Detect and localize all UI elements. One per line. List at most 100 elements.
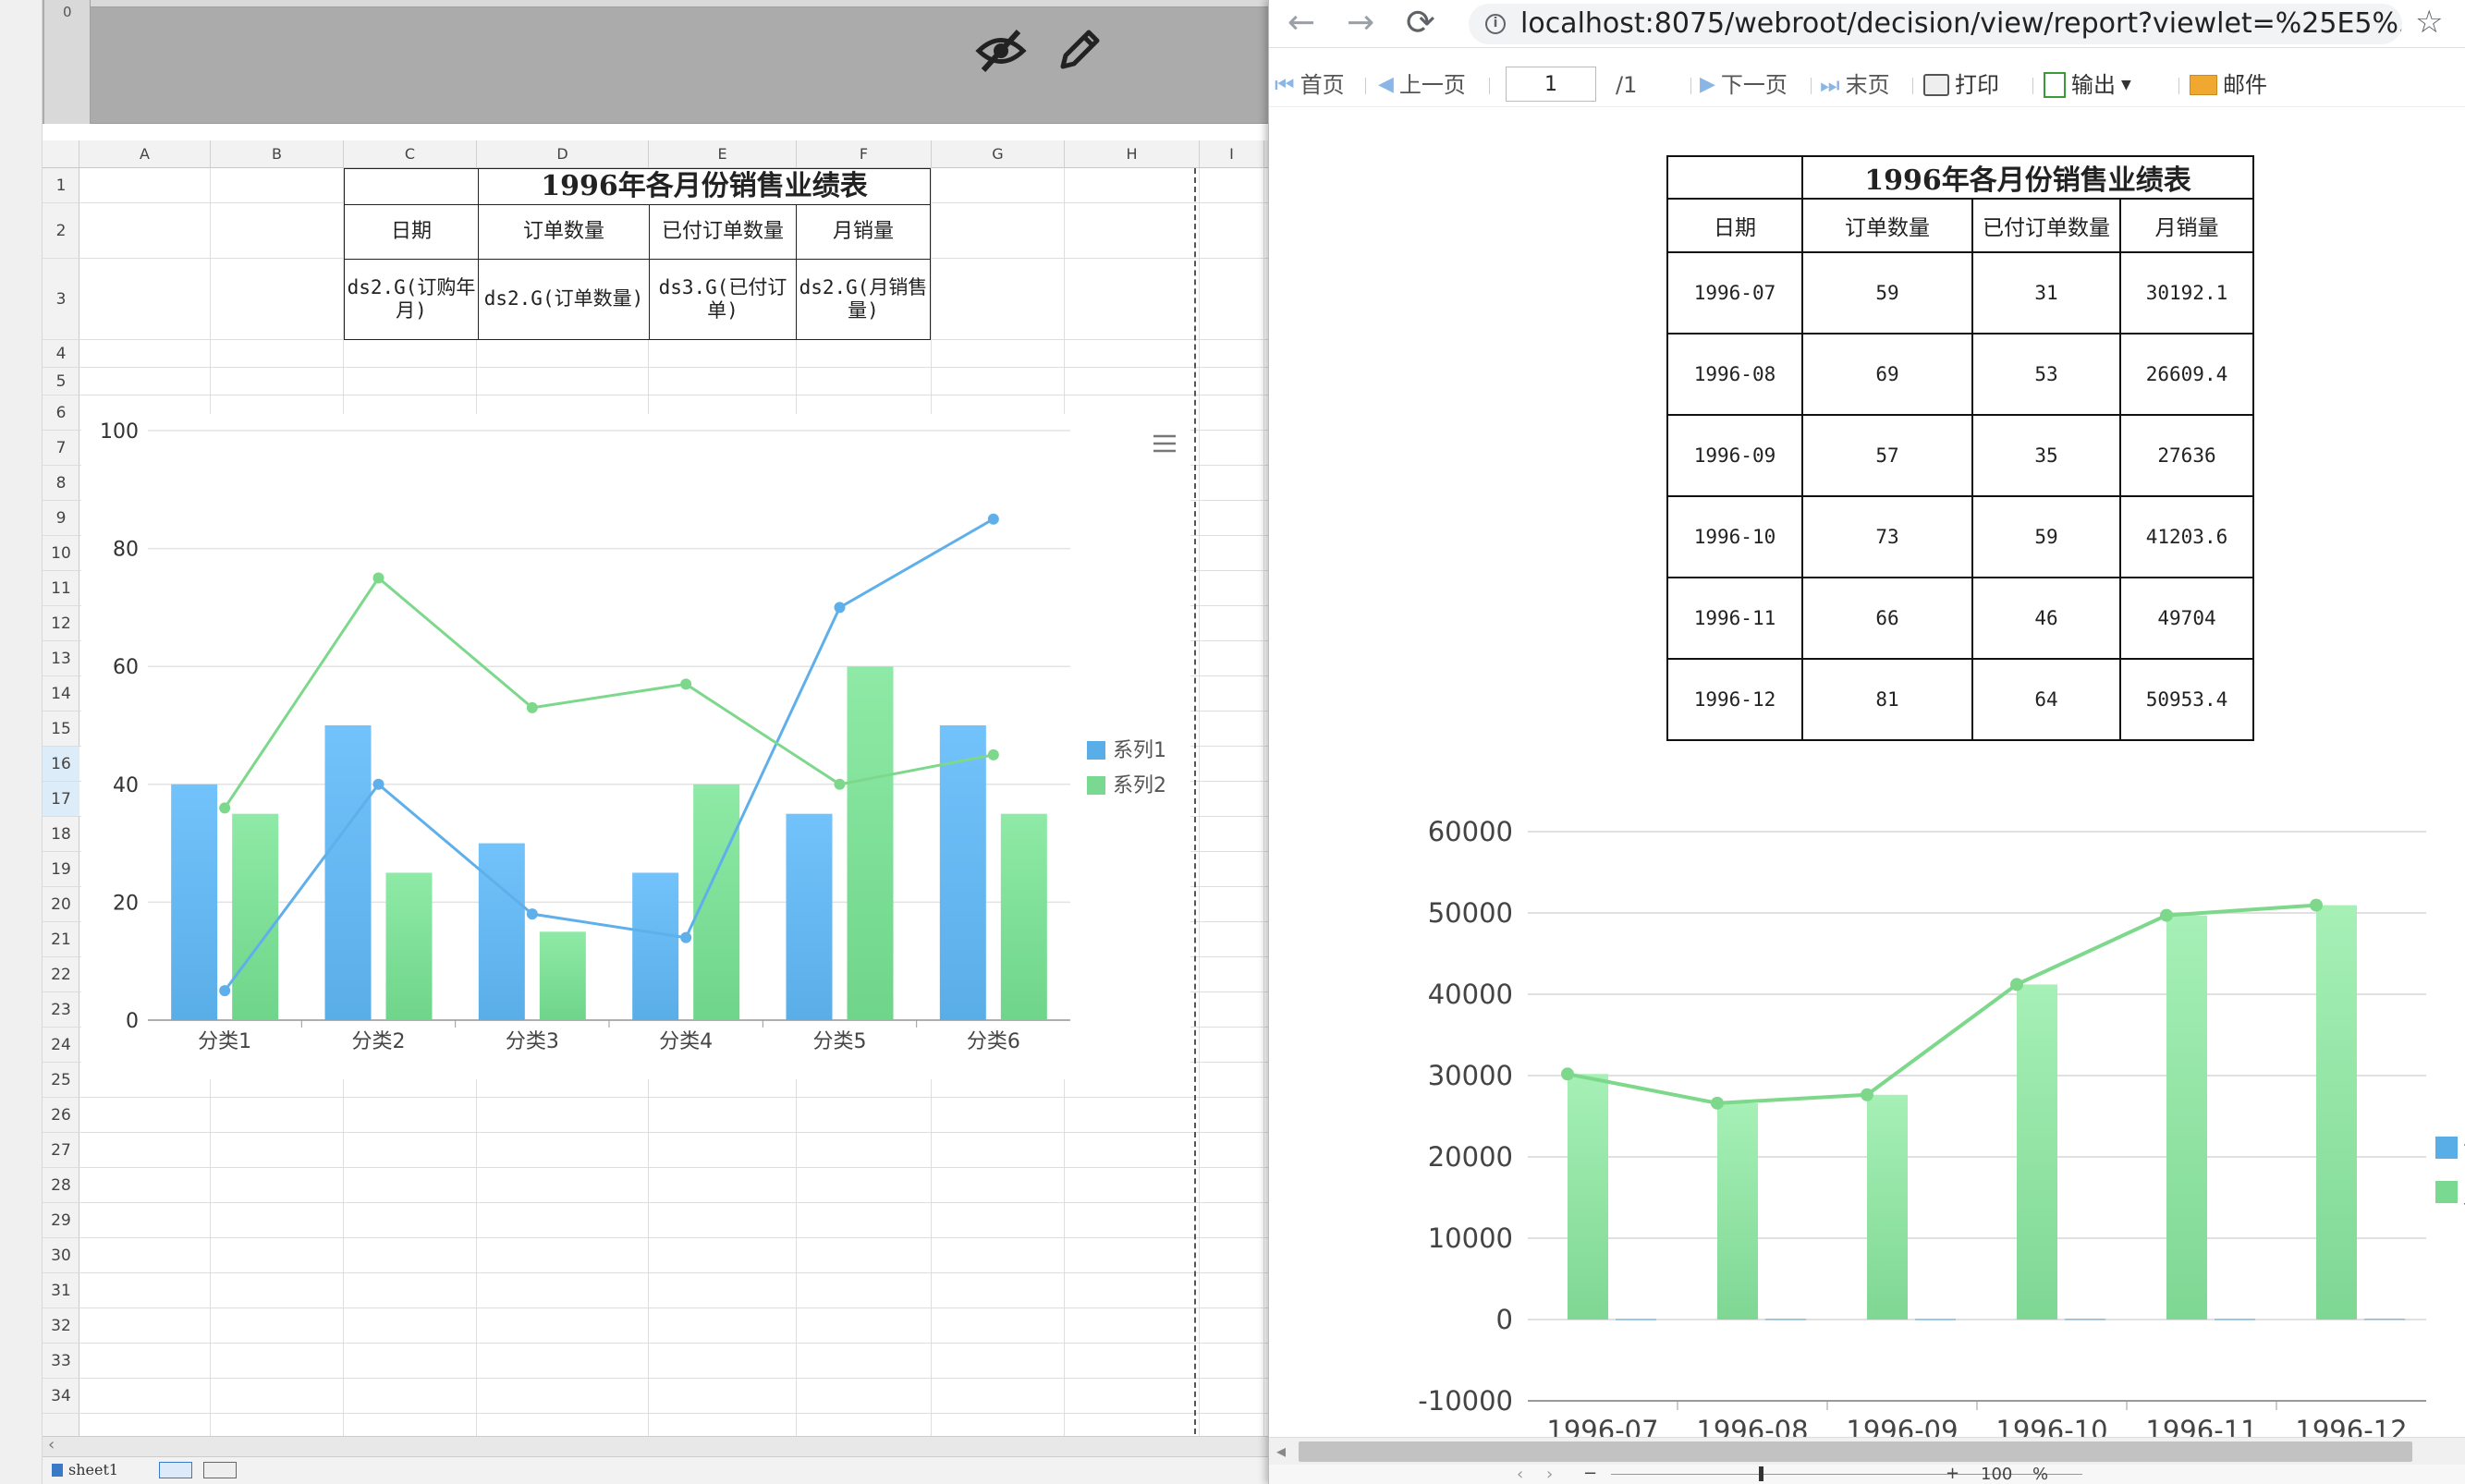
row-header-22[interactable]: 22 <box>43 957 79 992</box>
row-header-26[interactable]: 26 <box>43 1098 79 1133</box>
left-panel-strip <box>0 0 43 1484</box>
zoom-out-button[interactable]: − <box>1583 1464 1597 1483</box>
row-header-31[interactable]: 31 <box>43 1273 79 1308</box>
row-header-4[interactable]: 4 <box>43 340 79 368</box>
template-formula-cell[interactable]: ds3.G(已付订单) <box>649 259 797 340</box>
reload-icon[interactable]: ⟳ <box>1406 2 1435 43</box>
last-page-button[interactable]: ⏭ 末页 <box>1820 68 1890 102</box>
add-sheet-icon[interactable] <box>159 1462 192 1478</box>
row-header-33[interactable]: 33 <box>43 1344 79 1379</box>
report-chart[interactable]: -100000100002000030000400005000060000199… <box>1398 795 2465 1460</box>
row-header-30[interactable]: 30 <box>43 1238 79 1273</box>
template-formula-cell[interactable]: ds2.G(月销售量) <box>796 259 931 340</box>
bar-order-count <box>1915 1319 1956 1320</box>
row-header-16[interactable]: 16 <box>43 747 79 782</box>
export-button[interactable]: 输出 ▼ <box>2044 68 2131 102</box>
row-header-21[interactable]: 21 <box>43 922 79 957</box>
report-cell: 64 <box>1971 658 2121 741</box>
select-all-corner[interactable] <box>43 140 79 168</box>
column-header-b[interactable]: B <box>211 140 344 168</box>
zoom-in-button[interactable]: + <box>1946 1464 1959 1483</box>
column-header-a[interactable]: A <box>79 140 211 168</box>
url-field[interactable]: i localhost:8075/webroot/decision/view/r… <box>1469 4 2402 44</box>
row-header-27[interactable]: 27 <box>43 1133 79 1168</box>
bar-series2 <box>1000 813 1047 1020</box>
back-icon[interactable]: ← <box>1287 4 1315 42</box>
add-report-sheet-icon[interactable] <box>203 1462 237 1478</box>
template-blank-cell[interactable] <box>344 168 479 205</box>
forward-icon[interactable]: → <box>1347 4 1374 42</box>
row-header-8[interactable]: 8 <box>43 466 79 501</box>
page-number-input[interactable]: 1 <box>1506 67 1596 102</box>
row-header-29[interactable]: 29 <box>43 1203 79 1238</box>
row-header-14[interactable]: 14 <box>43 676 79 712</box>
last-page-label: 末页 <box>1845 72 1890 98</box>
row-header-15[interactable]: 15 <box>43 712 79 747</box>
template-header-cell[interactable]: 已付订单数量 <box>649 204 797 260</box>
point-monthly-sales <box>2010 978 2023 991</box>
x-tick-label: 分类1 <box>198 1030 251 1053</box>
caret-down-icon: ▼ <box>2121 78 2131 92</box>
row-header-25[interactable]: 25 <box>43 1063 79 1098</box>
template-header-cell[interactable]: 月销量 <box>796 204 931 260</box>
info-icon[interactable]: i <box>1485 14 1506 34</box>
column-header-c[interactable]: C <box>344 140 477 168</box>
next-page-button[interactable]: ▶ 下一页 <box>1700 68 1788 102</box>
template-header-cell[interactable]: 订单数量 <box>478 204 650 260</box>
column-header-d[interactable]: D <box>477 140 649 168</box>
row-header-5[interactable]: 5 <box>43 368 79 395</box>
row-header-10[interactable]: 10 <box>43 536 79 571</box>
row-header-2[interactable]: 2 <box>43 203 79 259</box>
row-header-34[interactable]: 34 <box>43 1379 79 1414</box>
template-formula-cell[interactable]: ds2.G(订单数量) <box>478 259 650 340</box>
y-tick-label: 100 <box>100 420 139 444</box>
row-header-13[interactable]: 13 <box>43 641 79 676</box>
template-formula-cell[interactable]: ds2.G(订购年月) <box>344 259 479 340</box>
row-header-9[interactable]: 9 <box>43 501 79 536</box>
column-header-h[interactable]: H <box>1065 140 1200 168</box>
row-header-11[interactable]: 11 <box>43 571 79 606</box>
row-header-7[interactable]: 7 <box>43 431 79 466</box>
row-header-18[interactable]: 18 <box>43 817 79 852</box>
x-tick-label: 分类3 <box>506 1030 559 1053</box>
row-header-12[interactable]: 12 <box>43 606 79 641</box>
bookmark-star-icon[interactable]: ☆ <box>2415 4 2443 41</box>
template-title-cell[interactable]: 1996年各月份销售业绩表 <box>478 168 931 205</box>
scroll-left-icon[interactable]: ‹ <box>48 1435 55 1454</box>
bar-series2 <box>232 813 279 1020</box>
column-header-f[interactable]: F <box>797 140 932 168</box>
row-header-1[interactable]: 1 <box>43 168 79 203</box>
hamburger-menu-icon[interactable] <box>1153 434 1176 453</box>
row-header-20[interactable]: 20 <box>43 887 79 922</box>
legend-label: 系列2 <box>1113 774 1166 797</box>
horizontal-scrollbar[interactable]: ‹ <box>43 1435 1268 1456</box>
row-header-28[interactable]: 28 <box>43 1168 79 1203</box>
column-header-e[interactable]: E <box>649 140 797 168</box>
pencil-icon[interactable] <box>1052 24 1105 78</box>
zoom-slider-handle[interactable] <box>1759 1466 1763 1481</box>
row-header-23[interactable]: 23 <box>43 992 79 1028</box>
scroll-thumb[interactable] <box>1299 1441 2412 1462</box>
point-series1 <box>219 985 231 997</box>
row-header-19[interactable]: 19 <box>43 852 79 887</box>
row-header-17[interactable]: 17 <box>43 782 79 817</box>
status-prev-icon[interactable]: ‹ <box>1517 1465 1523 1484</box>
report-horizontal-scrollbar[interactable]: ◂ <box>1269 1437 2465 1465</box>
first-page-button[interactable]: ⏮ 首页 <box>1275 68 1345 102</box>
template-header-cell[interactable]: 日期 <box>344 204 479 260</box>
row-header-24[interactable]: 24 <box>43 1028 79 1063</box>
column-header-g[interactable]: G <box>932 140 1065 168</box>
row-header-3[interactable]: 3 <box>43 259 79 340</box>
print-button[interactable]: 打印 <box>1923 68 1999 102</box>
scroll-left-icon[interactable]: ◂ <box>1276 1440 1286 1462</box>
row-header-32[interactable]: 32 <box>43 1308 79 1344</box>
status-next-icon[interactable]: › <box>1546 1465 1553 1484</box>
sheet-tab[interactable]: sheet1 <box>68 1461 118 1478</box>
column-header-i[interactable]: I <box>1200 140 1264 168</box>
mail-button[interactable]: 邮件 <box>2190 68 2267 102</box>
eye-slash-icon[interactable] <box>974 24 1028 78</box>
row-header-6[interactable]: 6 <box>43 395 79 431</box>
report-cell: 73 <box>1801 495 1973 578</box>
designer-chart[interactable]: 0 20 40 60 80 100 分类1 分类2 分类3 分类4 分类5 分类6 系列1 系列2 <box>81 414 1190 1079</box>
prev-page-button[interactable]: ◀ 上一页 <box>1378 68 1466 102</box>
